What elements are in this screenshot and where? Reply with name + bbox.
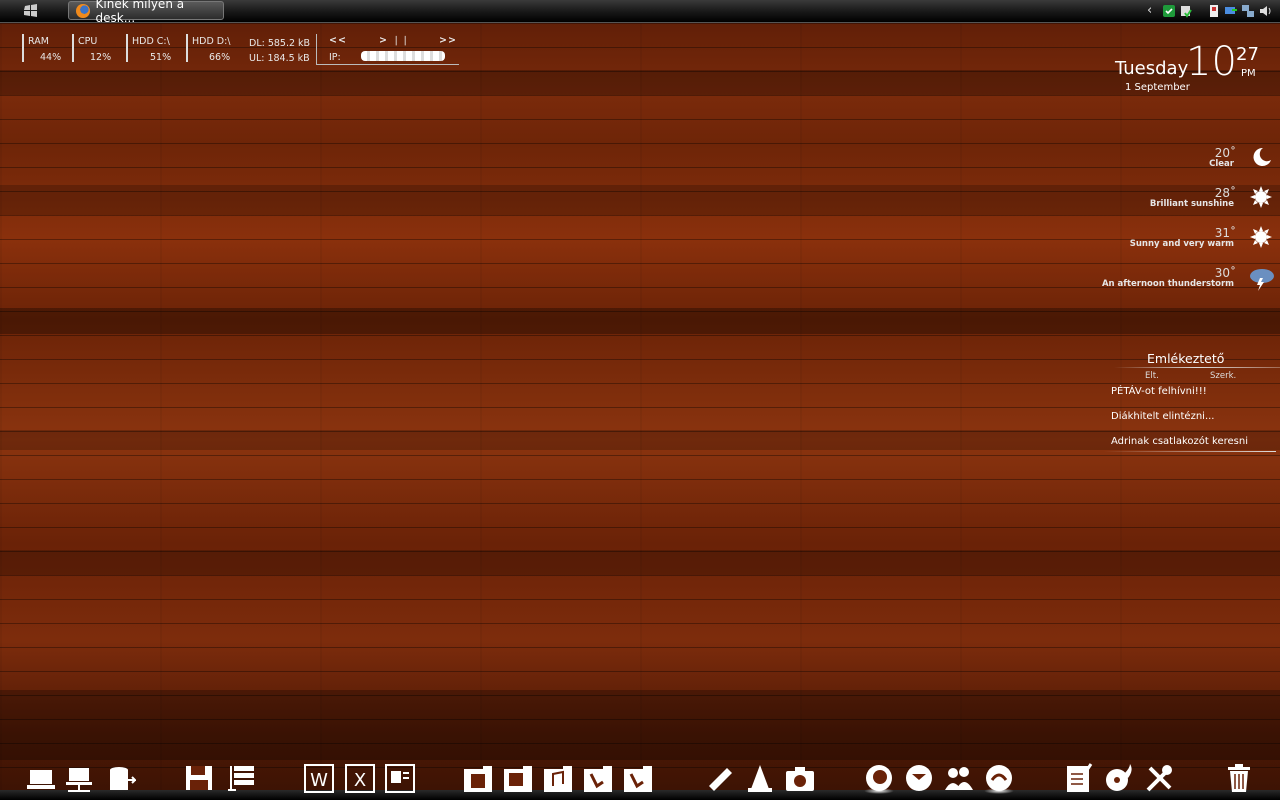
video-folder-icon[interactable] (463, 762, 493, 794)
hdd-c-value: 51% (150, 52, 172, 63)
reminder-item[interactable]: PÉTÁV-ot felhívni!!! (1111, 386, 1207, 397)
ram-meter: RAM 44% (22, 34, 68, 63)
svg-text:X: X (354, 770, 366, 791)
clock-day: Tuesday (1115, 58, 1189, 79)
pictures-folder-icon[interactable] (503, 762, 533, 794)
firefox-icon (76, 3, 90, 18)
network-tray-icon[interactable] (1241, 4, 1255, 18)
excel-icon[interactable]: X (345, 762, 375, 794)
floppy-icon[interactable] (184, 762, 214, 794)
edit-button[interactable]: Szerk. (1210, 371, 1236, 381)
thunderstorm-icon (1250, 269, 1274, 291)
cpu-meter: CPU 12% (72, 34, 118, 63)
downloads-folder-icon[interactable] (583, 762, 613, 794)
notepad-icon[interactable] (1064, 762, 1094, 794)
burn-icon[interactable] (1104, 762, 1134, 794)
upload-speed: UL: 184.5 kB (249, 53, 310, 64)
tools-icon[interactable] (1144, 762, 1174, 794)
camera-icon[interactable] (785, 762, 815, 794)
sun-icon (1250, 186, 1272, 208)
media-controls: << > ❘❘ >> IP: (316, 34, 459, 65)
download-speed: DL: 585.2 kB (249, 38, 311, 49)
clock-date: 1 September (1125, 82, 1190, 93)
next-button[interactable]: >> (439, 35, 457, 46)
messenger-icon[interactable] (944, 762, 974, 794)
ip-value-redacted (361, 51, 445, 61)
cpu-label: CPU (78, 36, 98, 47)
dock: W X (0, 760, 1280, 800)
weather-temp: 28˚ (1214, 186, 1236, 200)
cpu-value: 12% (90, 52, 112, 63)
clock-hour: 10 (1186, 39, 1237, 85)
clock-ampm: PM (1241, 68, 1256, 79)
word-icon[interactable]: W (304, 762, 334, 794)
moon-icon (1253, 147, 1271, 166)
device-icon[interactable] (1207, 4, 1221, 18)
divider (1114, 367, 1280, 368)
chevron-left-icon[interactable]: ‹ (1147, 4, 1159, 18)
drive-icon[interactable] (106, 762, 138, 794)
taskbar-button-firefox[interactable]: Kinek milyen a desk... (68, 0, 224, 25)
antivirus-icon[interactable] (1179, 4, 1193, 18)
previous-button[interactable]: << (329, 35, 347, 46)
ruler-tools-icon[interactable] (705, 762, 735, 794)
weather-row: 31˚ Sunny and very warm (1080, 226, 1280, 262)
svg-text:W: W (310, 770, 328, 791)
hdd-d-value: 66% (209, 52, 231, 63)
ip-label: IP: (329, 52, 341, 63)
safely-remove-icon[interactable] (1224, 4, 1238, 18)
running-indicator (984, 788, 1014, 794)
weather-row: 28˚ Brilliant sunshine (1080, 186, 1280, 222)
network-stats: DL: 585.2 kB UL: 184.5 kB (249, 36, 310, 66)
reminder-widget: Emlékeztető Elt. Szerk. PÉTÁV-ot felhívn… (1104, 350, 1280, 454)
trash-icon[interactable] (1224, 762, 1254, 794)
sun-icon (1250, 226, 1272, 248)
clock-minute: 27 (1236, 44, 1259, 65)
play-pause-button[interactable]: > ❘❘ (379, 35, 410, 46)
ram-value: 44% (40, 52, 62, 63)
divider (1104, 451, 1276, 452)
thunderbird-icon[interactable] (904, 762, 934, 794)
powerpoint-icon[interactable] (385, 762, 415, 794)
start-button[interactable] (20, 3, 42, 19)
documents-folder-icon[interactable] (623, 762, 653, 794)
system-tray: ‹ (1147, 3, 1272, 19)
weather-desc: Sunny and very warm (1129, 239, 1234, 249)
music-folder-icon[interactable] (543, 762, 573, 794)
reminder-title: Emlékeztető (1147, 351, 1225, 366)
reminder-item[interactable]: Adrinak csatlakozót keresni (1111, 436, 1248, 447)
weather-desc: Brilliant sunshine (1149, 199, 1234, 209)
weather-temp: 30˚ (1214, 266, 1236, 280)
archive-icon[interactable] (226, 762, 256, 794)
hdd-d-label: HDD D:\ (192, 36, 231, 47)
shield-icon[interactable] (1162, 4, 1176, 18)
hdd-c-meter: HDD C:\ 51% (126, 34, 182, 63)
clock-widget: Tuesday 10 27 PM 1 September (1110, 40, 1270, 100)
hide-button[interactable]: Elt. (1145, 371, 1159, 381)
computer-icon[interactable] (26, 762, 56, 794)
ram-label: RAM (28, 36, 49, 47)
system-monitor-widget: RAM 44% CPU 12% HDD C:\ 51% HDD D:\ 66% … (22, 34, 462, 68)
vlc-icon[interactable] (745, 762, 775, 794)
weather-row: 20˚ Clear (1080, 146, 1280, 182)
weather-desc: An afternoon thunderstorm (1101, 279, 1234, 289)
windows-logo-icon (24, 4, 37, 17)
weather-temp: 20˚ (1214, 146, 1236, 160)
taskbar: Kinek milyen a desk... ‹ (0, 0, 1280, 25)
weather-desc: Clear (1209, 159, 1234, 169)
hdd-d-meter: HDD D:\ 66% (186, 34, 242, 63)
reminder-item[interactable]: Diákhitelt elintézni... (1111, 411, 1215, 422)
hdd-c-label: HDD C:\ (132, 36, 170, 47)
taskbar-button-label: Kinek milyen a desk... (95, 0, 185, 25)
network-icon[interactable] (64, 762, 94, 794)
weather-row: 30˚ An afternoon thunderstorm (1080, 266, 1280, 302)
volume-icon[interactable] (1258, 4, 1272, 18)
weather-temp: 31˚ (1214, 226, 1236, 240)
running-indicator (864, 788, 894, 794)
